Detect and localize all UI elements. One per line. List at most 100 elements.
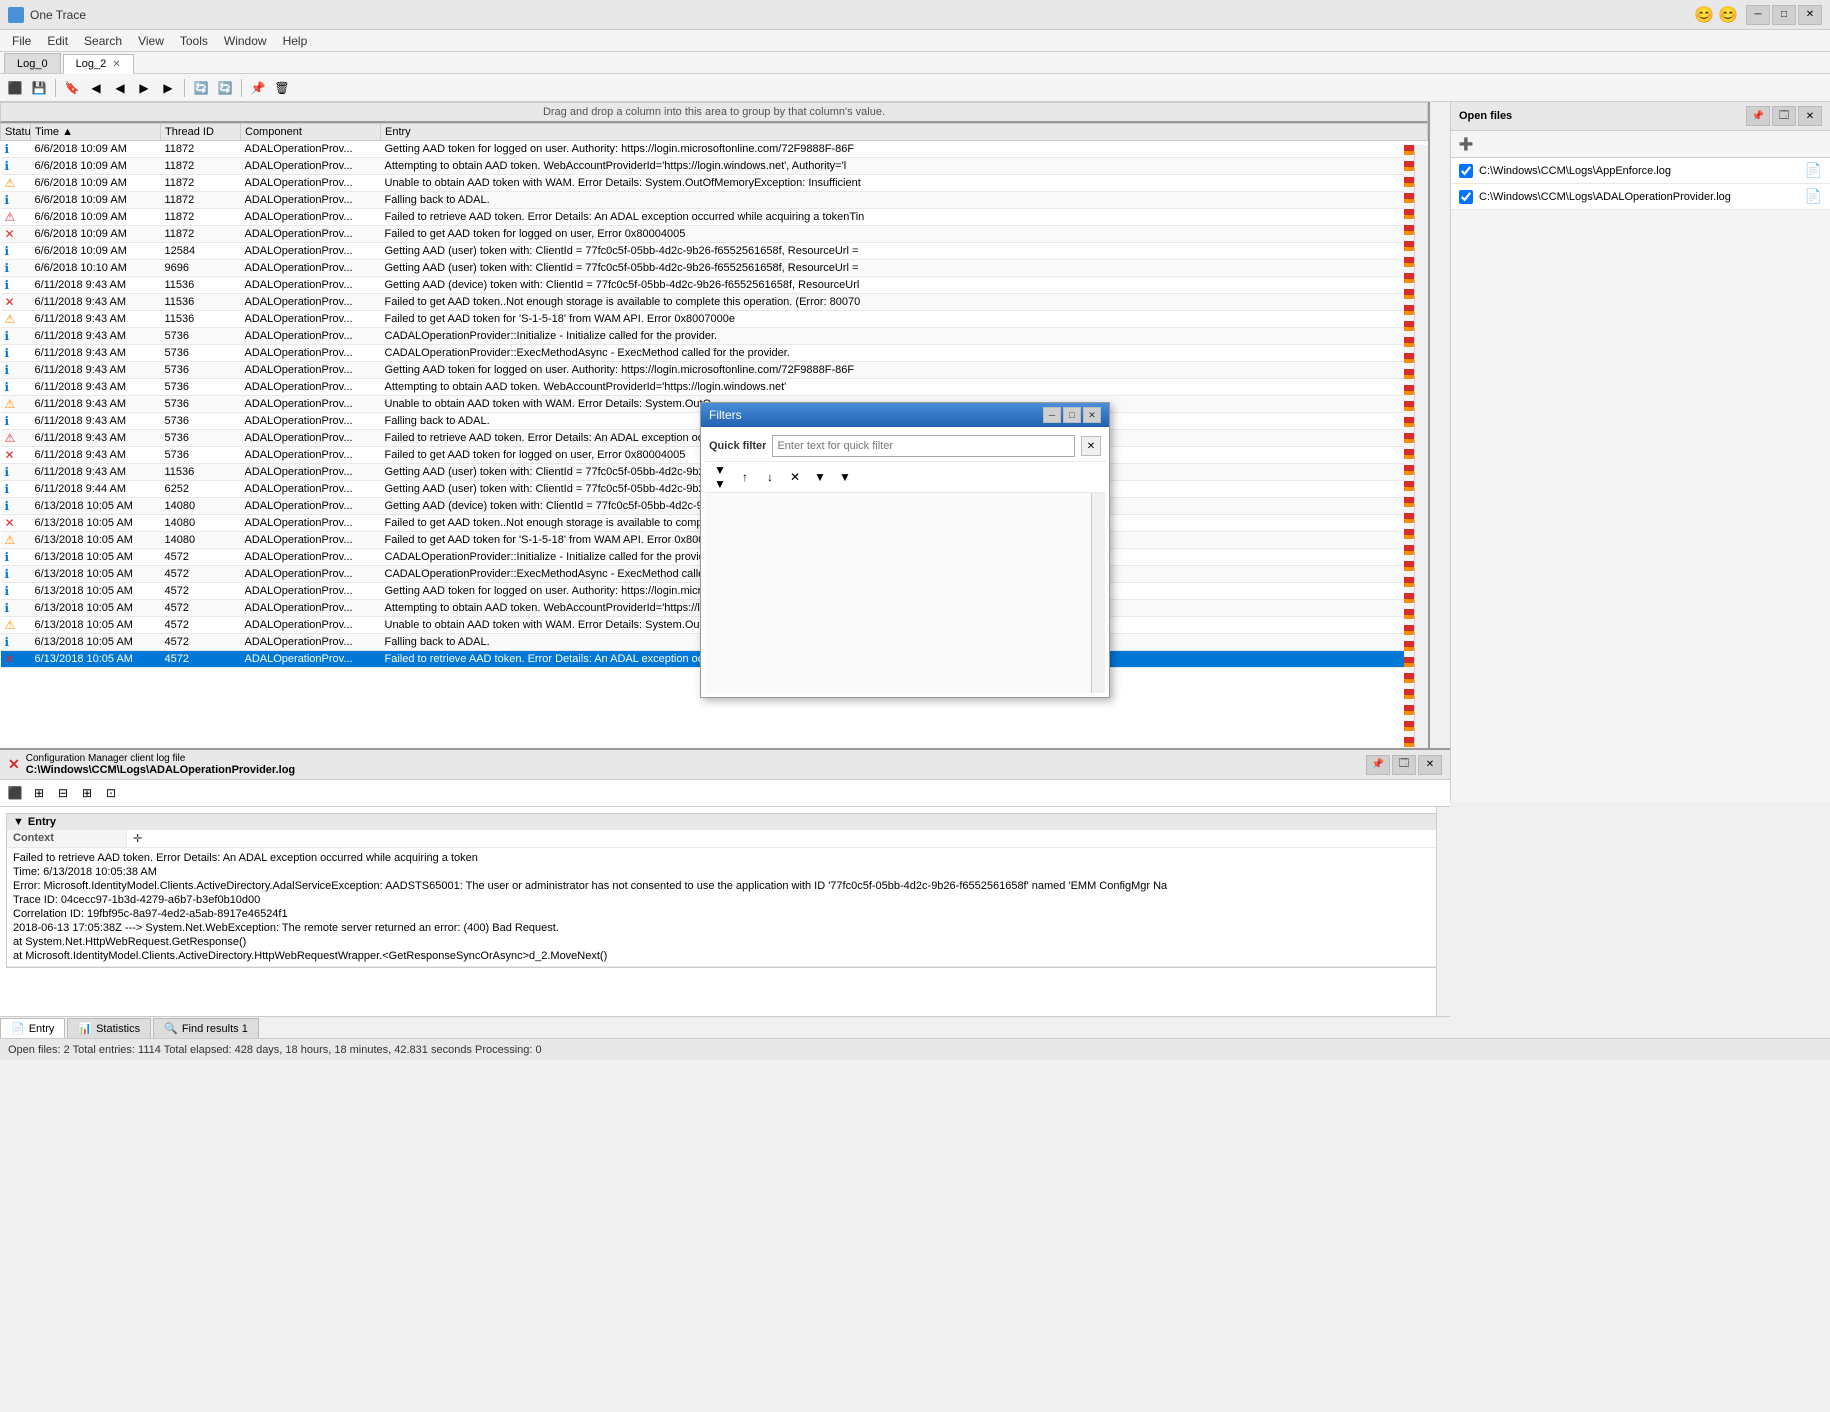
- log-table-row[interactable]: ⚠ 6/6/2018 10:09 AM 11872 ADALOperationP…: [1, 209, 1428, 226]
- tab-statistics[interactable]: 📊 Statistics: [67, 1018, 151, 1038]
- log-table-row[interactable]: ℹ 6/6/2018 10:09 AM 11872 ADALOperationP…: [1, 158, 1428, 175]
- row-thread: 6252: [161, 481, 241, 498]
- menu-help[interactable]: Help: [275, 32, 316, 50]
- toolbar-btn-pin[interactable]: 📌: [247, 77, 269, 99]
- file-list-item[interactable]: C:\Windows\CCM\Logs\AppEnforce.log 📄: [1451, 158, 1830, 184]
- filter-content-area[interactable]: [705, 493, 1105, 693]
- toolbar-btn-bookmark[interactable]: 🔖: [61, 77, 83, 99]
- quick-filter-label: Quick filter: [709, 440, 766, 452]
- menu-file[interactable]: File: [4, 32, 39, 50]
- filter-btn-4[interactable]: ✕: [784, 466, 806, 488]
- log-table-row[interactable]: ℹ 6/11/2018 9:43 AM 5736 ADALOperationPr…: [1, 328, 1428, 345]
- tab-statistics-icon: 📊: [78, 1022, 92, 1035]
- log-table-row[interactable]: ℹ 6/11/2018 9:43 AM 5736 ADALOperationPr…: [1, 362, 1428, 379]
- toolbar-btn-prev1[interactable]: ◀: [85, 77, 107, 99]
- right-pin-button[interactable]: 📌: [1746, 106, 1770, 126]
- tab-entry[interactable]: 📄 Entry: [0, 1018, 65, 1038]
- tab-log2-label: Log_2: [76, 58, 107, 70]
- col-header-component[interactable]: Component: [241, 124, 381, 141]
- row-time: 6/13/2018 10:05 AM: [31, 566, 161, 583]
- log-table-row[interactable]: ℹ 6/6/2018 10:10 AM 9696 ADALOperationPr…: [1, 260, 1428, 277]
- log-table-row[interactable]: ✕ 6/11/2018 9:43 AM 11536 ADALOperationP…: [1, 294, 1428, 311]
- tab-find-results[interactable]: 🔍 Find results 1: [153, 1018, 259, 1038]
- vertical-scrollbar[interactable]: [1414, 145, 1428, 774]
- row-thread: 11536: [161, 311, 241, 328]
- toolbar-btn-prev2[interactable]: ◀: [109, 77, 131, 99]
- file-checkbox-1[interactable]: [1459, 190, 1473, 204]
- file-list-item[interactable]: C:\Windows\CCM\Logs\ADALOperationProvide…: [1451, 184, 1830, 210]
- tab-find-label: Find results 1: [182, 1023, 248, 1035]
- filter-btn-1[interactable]: ▼ ▼: [709, 466, 731, 488]
- dialog-maximize-btn[interactable]: □: [1063, 407, 1081, 423]
- menu-edit[interactable]: Edit: [39, 32, 76, 50]
- menu-bar: File Edit Search View Tools Window Help: [0, 30, 1830, 52]
- row-status: ⚠: [1, 396, 31, 413]
- log-table-row[interactable]: ⚠ 6/6/2018 10:09 AM 11872 ADALOperationP…: [1, 175, 1428, 192]
- right-close-button[interactable]: ✕: [1798, 106, 1822, 126]
- prop-btn-4[interactable]: ⊞: [76, 782, 98, 804]
- filter-btn-2[interactable]: ↑: [734, 466, 756, 488]
- properties-panel: ✕ Configuration Manager client log file …: [0, 748, 1450, 1018]
- filter-btn-5[interactable]: ▼: [809, 466, 831, 488]
- row-component: ADALOperationProv...: [241, 345, 381, 362]
- filter-btn-3[interactable]: ↓: [759, 466, 781, 488]
- log-table-row[interactable]: ℹ 6/6/2018 10:09 AM 11872 ADALOperationP…: [1, 141, 1428, 158]
- prop-btn-2[interactable]: ⊞: [28, 782, 50, 804]
- toolbar-btn-delete[interactable]: 🗑: [271, 77, 293, 99]
- log-table-row[interactable]: ⚠ 6/11/2018 9:43 AM 11536 ADALOperationP…: [1, 311, 1428, 328]
- window-controls: ─ □ ✕: [1746, 5, 1822, 25]
- log-table-row[interactable]: ℹ 6/11/2018 9:43 AM 5736 ADALOperationPr…: [1, 379, 1428, 396]
- toolbar-btn-next2[interactable]: ▶: [157, 77, 179, 99]
- toolbar-btn-refresh1[interactable]: 🔄: [190, 77, 212, 99]
- prop-btn-5[interactable]: ⊡: [100, 782, 122, 804]
- right-add-button[interactable]: ➕: [1455, 133, 1477, 155]
- row-thread: 11872: [161, 141, 241, 158]
- col-header-status[interactable]: Status: [1, 124, 31, 141]
- col-header-time[interactable]: Time ▲: [31, 124, 161, 141]
- row-component: ADALOperationProv...: [241, 413, 381, 430]
- row-entry: Getting AAD (device) token with: ClientI…: [381, 277, 1428, 294]
- log-table-row[interactable]: ℹ 6/11/2018 9:43 AM 11536 ADALOperationP…: [1, 277, 1428, 294]
- prop-close-button[interactable]: ✕: [1418, 755, 1442, 775]
- toolbar-btn-refresh2[interactable]: 🔄: [214, 77, 236, 99]
- tab-log0[interactable]: Log_0: [4, 53, 61, 73]
- file-icon-1: 📄: [1805, 188, 1822, 205]
- row-entry: CADALOperationProvider::ExecMethodAsync …: [381, 345, 1428, 362]
- log-table-row[interactable]: ℹ 6/6/2018 10:09 AM 12584 ADALOperationP…: [1, 243, 1428, 260]
- log-table-row[interactable]: ℹ 6/6/2018 10:09 AM 11872 ADALOperationP…: [1, 192, 1428, 209]
- toolbar-btn-1[interactable]: ⬛: [4, 77, 26, 99]
- tab-log2[interactable]: Log_2 ✕: [63, 54, 134, 74]
- row-component: ADALOperationProv...: [241, 515, 381, 532]
- tab-close-icon[interactable]: ✕: [112, 59, 120, 70]
- col-header-thread[interactable]: Thread ID: [161, 124, 241, 141]
- prop-pin-button[interactable]: 📌: [1366, 755, 1390, 775]
- menu-window[interactable]: Window: [216, 32, 275, 50]
- quick-filter-input[interactable]: [772, 435, 1075, 457]
- maximize-button[interactable]: □: [1772, 5, 1796, 25]
- properties-scrollbar[interactable]: [1436, 807, 1450, 1018]
- entry-arrow: ▼: [13, 816, 24, 828]
- log-table-row[interactable]: ✕ 6/6/2018 10:09 AM 11872 ADALOperationP…: [1, 226, 1428, 243]
- prop-btn-3[interactable]: ⊟: [52, 782, 74, 804]
- properties-content[interactable]: ▼ Entry Context ✛ Failed to retrieve AAD…: [0, 807, 1450, 1018]
- minimize-button[interactable]: ─: [1746, 5, 1770, 25]
- menu-search[interactable]: Search: [76, 32, 130, 50]
- toolbar-btn-2[interactable]: 💾: [28, 77, 50, 99]
- col-header-entry[interactable]: Entry: [381, 124, 1428, 141]
- dialog-close-btn[interactable]: ✕: [1083, 407, 1101, 423]
- close-button[interactable]: ✕: [1798, 5, 1822, 25]
- menu-view[interactable]: View: [130, 32, 172, 50]
- menu-tools[interactable]: Tools: [172, 32, 216, 50]
- quick-filter-clear-btn[interactable]: ✕: [1081, 436, 1101, 456]
- log-table-row[interactable]: ℹ 6/11/2018 9:43 AM 5736 ADALOperationPr…: [1, 345, 1428, 362]
- file-path-label: C:\Windows\CCM\Logs\ADALOperationProvide…: [26, 764, 295, 776]
- prop-btn-1[interactable]: ⬛: [4, 782, 26, 804]
- filter-scrollbar[interactable]: [1091, 493, 1105, 693]
- dialog-minimize-btn[interactable]: ─: [1043, 407, 1061, 423]
- filter-btn-6[interactable]: ▼: [834, 466, 856, 488]
- toolbar-btn-next1[interactable]: ▶: [133, 77, 155, 99]
- right-float-button[interactable]: 🗔: [1772, 106, 1796, 126]
- row-time: 6/6/2018 10:09 AM: [31, 226, 161, 243]
- file-checkbox-0[interactable]: [1459, 164, 1473, 178]
- prop-float-button[interactable]: 🗔: [1392, 755, 1416, 775]
